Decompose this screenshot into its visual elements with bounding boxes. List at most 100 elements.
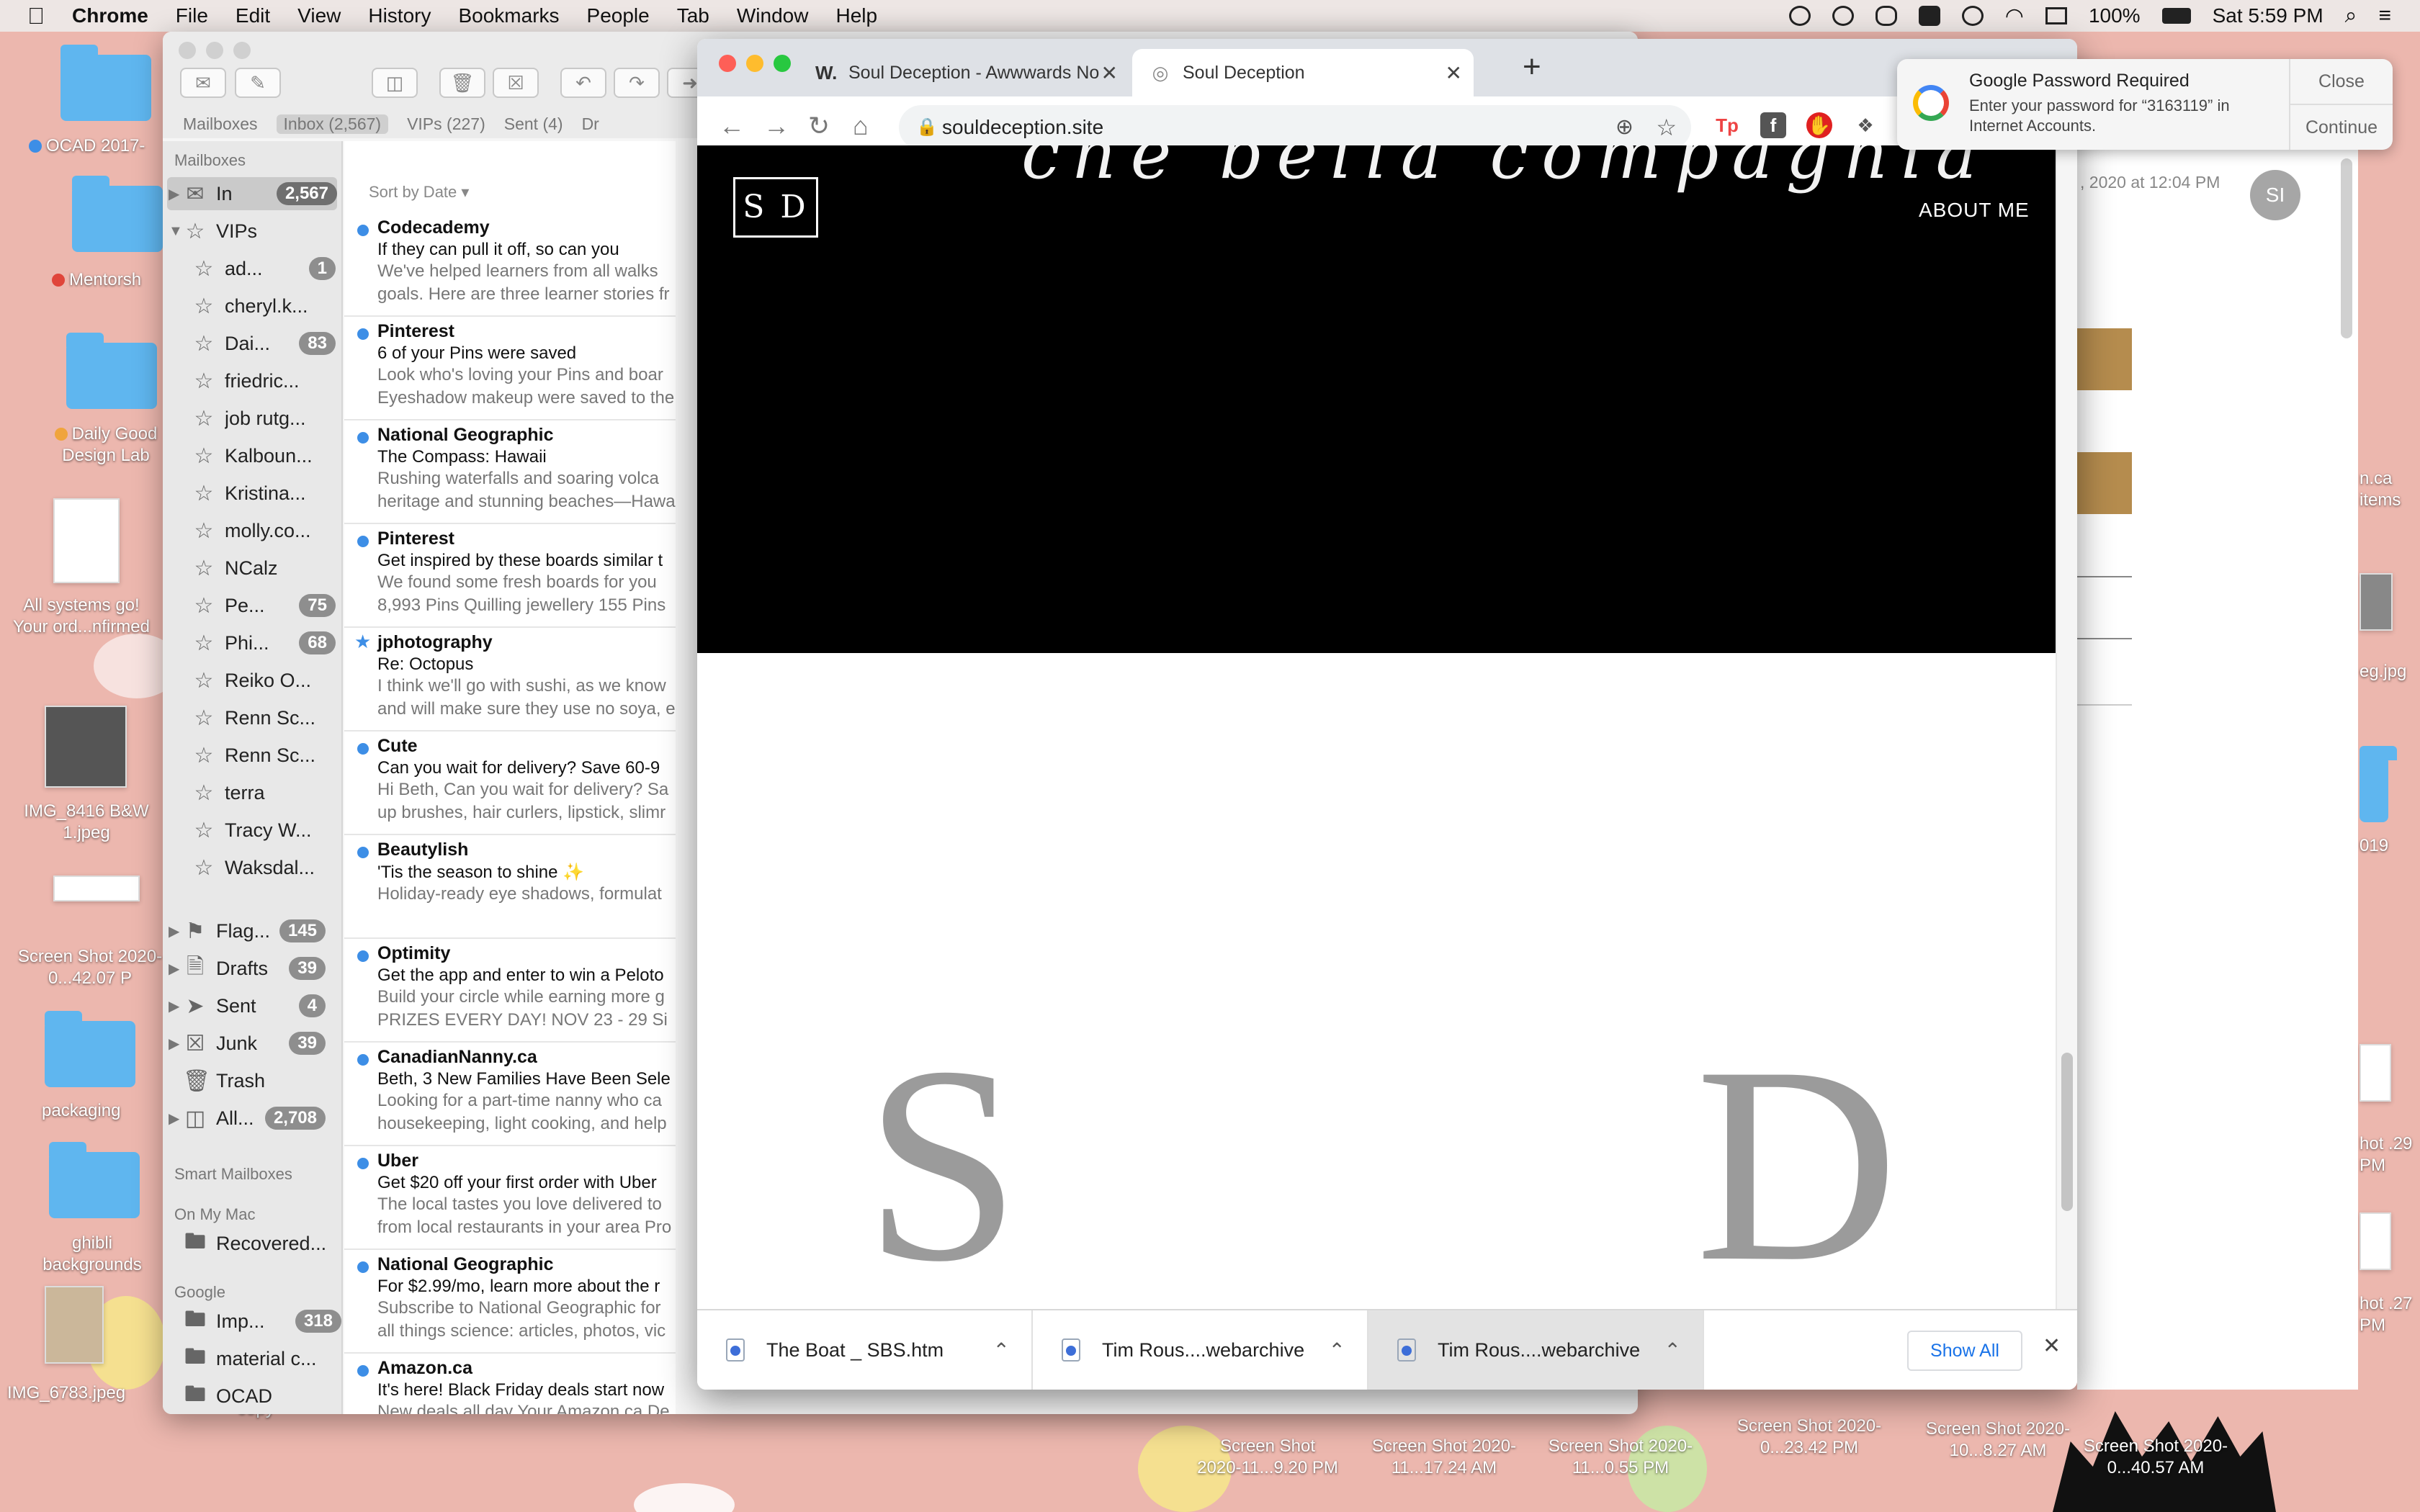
bookmark-star-icon[interactable]: ☆ (1656, 105, 1677, 150)
sidebar-item-google-folder[interactable]: 🖿 OCAD (183, 1380, 341, 1413)
new-tab-button[interactable]: + (1523, 49, 1541, 85)
sidebar-item-vip[interactable]: ☆ Reiko O... (192, 664, 336, 697)
sidebar-item-vip[interactable]: ☆ Kalboun... (192, 439, 336, 472)
sidebar-item-vip[interactable]: ☆ Phi... 68 (192, 626, 336, 660)
close-window-button[interactable] (719, 55, 736, 72)
disclosure-triangle-icon[interactable]: ▶ (169, 185, 179, 203)
get-mail-icon[interactable]: ✉ (180, 68, 226, 98)
desktop-icon-label[interactable]: IMG_6783.jpeg (7, 1382, 125, 1404)
reply-all-icon[interactable]: ↷ (614, 68, 660, 98)
vpn-icon[interactable] (1832, 6, 1854, 26)
sidebar-item-trash[interactable]: 🗑 Trash (167, 1064, 326, 1097)
photo-thumbnail[interactable] (2360, 573, 2393, 631)
menu-file[interactable]: File (176, 4, 208, 27)
desktop-icon-label[interactable]: Screen Shot 2020-11...9.20 PM (1196, 1436, 1340, 1479)
time-machine-icon[interactable] (1961, 6, 1984, 26)
sidebar-item-drafts[interactable]: ▶ 🗎 Drafts 39 (167, 952, 326, 985)
extension-adblock-icon[interactable]: ✋ (1806, 112, 1832, 138)
sidebar-item-vip[interactable]: ☆ Tracy W... (192, 814, 336, 847)
favorites-drafts[interactable]: Dr (582, 114, 599, 134)
bear-icon[interactable] (1918, 6, 1940, 26)
desktop-icon-label[interactable]: Screen Shot 2020-0...40.57 AM (2066, 1436, 2246, 1479)
disclosure-triangle-icon[interactable]: ▶ (169, 1035, 179, 1053)
download-item[interactable]: Tim Rous....webarchive ⌃ (1033, 1310, 1368, 1390)
forward-icon[interactable]: → (763, 111, 789, 141)
chevron-up-icon[interactable]: ⌃ (1664, 1338, 1681, 1362)
folder-icon[interactable] (60, 45, 151, 121)
desktop-icon-label[interactable]: Screen Shot 2020-11...17.24 AM (1361, 1436, 1527, 1479)
sidebar-item-vip[interactable]: ☆ Waksdal... (192, 851, 336, 884)
favorites-mailboxes[interactable]: Mailboxes (183, 114, 258, 134)
message-row[interactable]: National Geographic For $2.99/mo, learn m… (344, 1250, 676, 1354)
extension-facebook-icon[interactable]: f (1760, 112, 1786, 138)
menu-window[interactable]: Window (737, 4, 809, 27)
menu-app-name[interactable]: Chrome (72, 4, 148, 27)
desktop-icon-label[interactable]: packaging (42, 1100, 120, 1122)
desktop-icon-label[interactable]: IMG_8416 B&W 1.jpeg (14, 801, 158, 844)
document-thumbnail[interactable] (53, 498, 120, 583)
sidebar-item-vip[interactable]: ☆ job rutg... (192, 402, 336, 435)
screenshot-thumbnail[interactable] (2360, 1212, 2391, 1270)
battery-icon[interactable] (2161, 8, 2191, 24)
favorites-vips[interactable]: VIPs (227) (407, 114, 485, 134)
sidebar-item-vip[interactable]: ☆ cheryl.k... (192, 289, 336, 323)
favorites-inbox[interactable]: Inbox (2,567) (276, 114, 389, 134)
desktop-icon-label[interactable]: Screen Shot 2020-0...42.07 P (14, 946, 166, 989)
screenshot-thumbnail[interactable] (2360, 1044, 2391, 1102)
notification-center-icon[interactable]: ≡ (2378, 4, 2391, 28)
sidebar-item-vip[interactable]: ☆ terra (192, 776, 336, 809)
minimize-window-button[interactable] (206, 42, 223, 59)
scrollbar[interactable] (2341, 158, 2352, 338)
menu-people[interactable]: People (587, 4, 650, 27)
disclosure-triangle-icon[interactable]: ▶ (169, 922, 179, 940)
airplay-icon[interactable] (2045, 7, 2067, 24)
sidebar-item-junk[interactable]: ▶ ☒ Junk 39 (167, 1027, 326, 1060)
home-icon[interactable]: ⌂ (853, 111, 869, 141)
compose-icon[interactable]: ✎ (235, 68, 281, 98)
lock-icon[interactable]: 🔒 (916, 105, 938, 150)
about-me-link[interactable]: ABOUT ME (1919, 199, 2030, 222)
extensions-puzzle-icon[interactable]: ❖ (1852, 112, 1878, 138)
smart-mailboxes-header[interactable]: Smart Mailboxes (174, 1165, 292, 1184)
sidebar-item-flagged[interactable]: ▶ ⚑ Flag... 145 (167, 914, 326, 948)
disclosure-triangle-icon[interactable]: ▶ (169, 1110, 179, 1128)
zoom-window-button[interactable] (774, 55, 791, 72)
site-logo[interactable]: S D (733, 177, 818, 238)
message-row[interactable]: Beautylish 'Tis the season to shine ✨ Holi… (344, 835, 676, 939)
menu-bookmarks[interactable]: Bookmarks (458, 4, 559, 27)
sidebar-item-google-folder[interactable]: 🖿 Imp... 318 (183, 1305, 341, 1338)
reply-icon[interactable]: ↶ (560, 68, 606, 98)
sidebar-item-inbox[interactable]: ▶ ✉ In 2,567 (167, 177, 337, 210)
sidebar-item-vip[interactable]: ☆ Pe... 75 (192, 589, 336, 622)
desktop-icon-label[interactable]: n.ca items (2360, 468, 2417, 511)
sidebar-item-vip[interactable]: ☆ molly.co... (192, 514, 336, 547)
trash-icon[interactable]: 🗑 (439, 68, 485, 98)
folder-icon[interactable] (72, 176, 163, 252)
message-row[interactable]: Pinterest Get inspired by these boards si… (344, 524, 676, 628)
clock[interactable]: Sat 5:59 PM (2213, 4, 2323, 27)
screenshot-thumbnail[interactable] (53, 876, 140, 901)
desktop-icon-label[interactable]: Screen Shot 2020-0...23.42 PM (1723, 1416, 1896, 1459)
close-window-button[interactable] (179, 42, 196, 59)
google-header[interactable]: Google (174, 1283, 225, 1302)
close-tab-icon[interactable]: ✕ (1101, 61, 1118, 85)
menu-help[interactable]: Help (835, 4, 877, 27)
reload-icon[interactable]: ↻ (808, 111, 830, 141)
disclosure-triangle-icon[interactable]: ▶ (169, 997, 179, 1015)
sidebar-item-all-mail[interactable]: ▶ ◫ All... 2,708 (167, 1102, 326, 1135)
close-downloads-icon[interactable]: ✕ (2043, 1333, 2061, 1359)
message-row[interactable]: Amazon.ca It's here! Black Friday deals s… (344, 1354, 676, 1414)
menu-edit[interactable]: Edit (236, 4, 270, 27)
chevron-up-icon[interactable]: ⌃ (993, 1338, 1010, 1362)
sort-by-date-button[interactable]: Sort by Date ▾ (369, 183, 469, 202)
desktop-icon-label[interactable]: OCAD 2017- (29, 135, 145, 157)
tab-awwwards[interactable]: W. Soul Deception - Awwwards No ✕ (798, 49, 1129, 96)
sidebar-item-google-folder[interactable]: 🖿 material c... (183, 1342, 341, 1375)
creative-cloud-icon[interactable] (1875, 6, 1897, 26)
sidebar-item-vips[interactable]: ▼ ☆ VIPs (167, 215, 326, 248)
desktop-icon-label[interactable]: All systems go! Your ord...nfirmed (6, 595, 157, 638)
sidebar-item-vip[interactable]: ☆ friedric... (192, 364, 336, 397)
menu-view[interactable]: View (297, 4, 341, 27)
sidebar-item-recovered[interactable]: 🖿 Recovered... (167, 1227, 326, 1260)
download-item[interactable]: Tim Rous....webarchive ⌃ (1368, 1310, 1704, 1390)
